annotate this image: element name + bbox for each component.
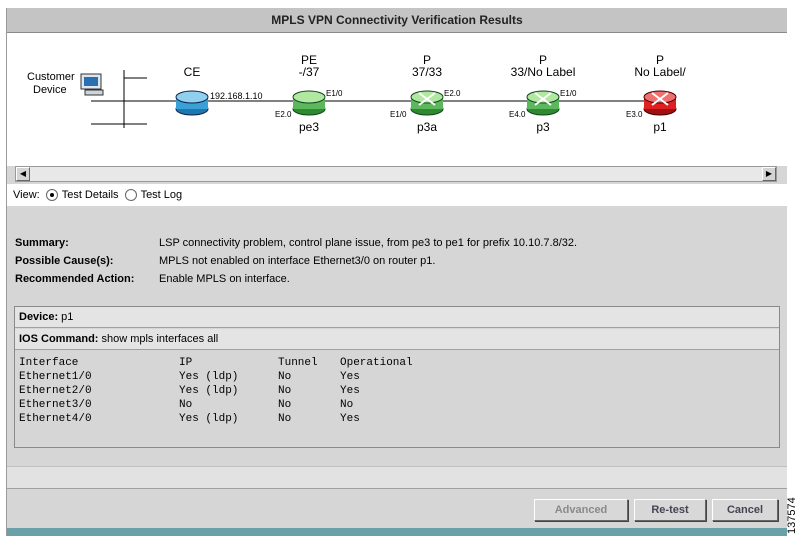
status-strip	[7, 528, 787, 536]
cell-ip: Yes (ldp)	[179, 385, 239, 397]
iface-label: E1/0	[560, 89, 577, 98]
node-p3-sub: 33/No Label	[511, 65, 576, 79]
node-ce-role: CE	[184, 65, 201, 79]
scroll-left-icon[interactable]: ◀	[16, 167, 30, 181]
customer-label-1: Customer	[27, 71, 75, 83]
output-header-row: Interface IP Tunnel Operational	[19, 357, 430, 369]
cell-ip: No	[179, 399, 193, 411]
ios-command-label: IOS Command:	[19, 333, 99, 345]
table-row: Ethernet4/0 Yes (ldp) No Yes	[19, 413, 430, 425]
cell-ip: Yes (ldp)	[179, 413, 239, 425]
command-output: Interface IP Tunnel Operational Ethernet…	[15, 351, 779, 447]
node-p3a-name: p3a	[417, 120, 437, 134]
ip-label: 192.168.1.10	[210, 91, 263, 101]
device-label: Device:	[19, 311, 59, 323]
cell-interface: Ethernet3/0	[19, 399, 92, 411]
view-label: View:	[13, 189, 40, 201]
node-pe-sub: -/37	[299, 65, 320, 79]
router-p3a-icon[interactable]	[410, 90, 444, 116]
test-log-radio[interactable]	[124, 189, 137, 201]
summary-label: Summary:	[15, 237, 69, 249]
cell-interface: Ethernet2/0	[19, 385, 92, 397]
figure-id-text: 137574	[786, 497, 798, 534]
device-output-panel: Device: p1 IOS Command: show mpls interf…	[14, 306, 780, 448]
table-row: Ethernet3/0 No No No	[19, 399, 430, 411]
topology-diagram: Customer Device CE PE -/37 P 37/33 P 33/…	[7, 33, 787, 166]
customer-label-2: Device	[33, 84, 67, 96]
view-selector: View: Test Details Test Log	[7, 184, 787, 206]
device-value: p1	[61, 311, 74, 323]
cell-interface: Ethernet4/0	[19, 413, 92, 425]
cell-tunnel: No	[278, 399, 292, 411]
ios-command-value: show mpls interfaces all	[101, 333, 219, 345]
header-operational: Operational	[340, 357, 413, 369]
cause-text: MPLS not enabled on interface Ethernet3/…	[159, 255, 436, 267]
summary-text: LSP connectivity problem, control plane …	[159, 237, 578, 249]
iface-label: E3.0	[626, 110, 643, 119]
test-details-radio[interactable]	[45, 189, 58, 201]
cause-label: Possible Cause(s):	[15, 255, 114, 267]
spacer-bar	[7, 466, 787, 490]
cell-tunnel: No	[278, 385, 292, 397]
cell-tunnel: No	[278, 413, 292, 425]
header-tunnel: Tunnel	[278, 357, 318, 369]
node-p1-name: p1	[653, 120, 667, 134]
router-p3-icon[interactable]	[526, 90, 560, 116]
window-title: MPLS VPN Connectivity Verification Resul…	[7, 8, 787, 33]
node-p3a-sub: 37/33	[412, 65, 442, 79]
iface-label: E2.0	[275, 110, 292, 119]
cell-tunnel: No	[278, 371, 292, 383]
action-text: Enable MPLS on interface.	[159, 273, 290, 285]
action-label: Recommended Action:	[15, 273, 135, 285]
router-pe3-icon[interactable]	[292, 90, 326, 116]
device-row: Device: p1	[15, 307, 779, 328]
cell-operational: No	[340, 399, 354, 411]
cancel-button[interactable]: Cancel	[712, 499, 778, 521]
test-log-label[interactable]: Test Log	[141, 189, 183, 201]
table-row: Ethernet1/0 Yes (ldp) No Yes	[19, 371, 430, 383]
button-bar: Advanced Re-test Cancel	[7, 488, 787, 529]
node-p1-sub: No Label/	[634, 65, 686, 79]
router-ce-icon[interactable]	[175, 90, 209, 116]
iface-label: E1/0	[390, 110, 407, 119]
cell-operational: Yes	[340, 413, 360, 425]
router-p1-icon[interactable]	[643, 90, 677, 116]
cell-operational: Yes	[340, 371, 360, 383]
scroll-right-icon[interactable]: ▶	[762, 167, 776, 181]
iface-label: E1/0	[326, 89, 343, 98]
cell-ip: Yes (ldp)	[179, 371, 239, 383]
cell-interface: Ethernet1/0	[19, 371, 92, 383]
figure-id-label: 137574	[786, 497, 798, 534]
advanced-button[interactable]: Advanced	[534, 499, 628, 521]
horizontal-scrollbar[interactable]: ◀ ▶	[15, 166, 777, 182]
node-p3-name: p3	[536, 120, 550, 134]
header-interface: Interface	[19, 357, 79, 369]
computer-icon	[80, 73, 104, 96]
ios-command-row: IOS Command: show mpls interfaces all	[15, 329, 779, 350]
node-pe3-name: pe3	[299, 120, 319, 134]
retest-button[interactable]: Re-test	[634, 499, 706, 521]
results-window: MPLS VPN Connectivity Verification Resul…	[6, 8, 787, 536]
cell-operational: Yes	[340, 385, 360, 397]
iface-label: E4.0	[509, 110, 526, 119]
table-row: Ethernet2/0 Yes (ldp) No Yes	[19, 385, 430, 397]
iface-label: E2.0	[444, 89, 461, 98]
header-ip: IP	[179, 357, 193, 369]
test-details-label[interactable]: Test Details	[62, 189, 119, 201]
summary-section: Summary: LSP connectivity problem, contr…	[7, 206, 787, 301]
